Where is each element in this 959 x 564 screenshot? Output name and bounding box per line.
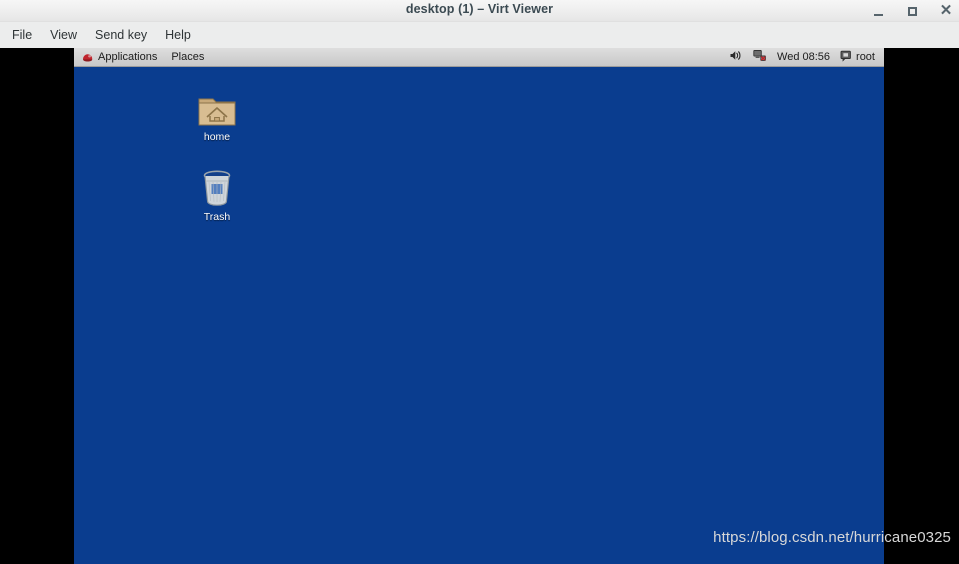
window-titlebar: desktop (1) – Virt Viewer ✕ [0,0,959,22]
menu-item-send-key[interactable]: Send key [86,25,156,45]
menu-item-view[interactable]: View [41,25,86,45]
chat-bubble-icon [840,50,852,65]
applications-menu[interactable]: Applications [74,48,164,67]
network-tray-button[interactable] [748,48,772,67]
guest-desktop[interactable]: Applications Places Wed 08:56 root home … [74,48,884,564]
desktop-icon-home[interactable]: home [179,84,255,143]
panel-left-section: Applications Places [74,48,211,67]
menu-item-file[interactable]: File [3,25,41,45]
window-title: desktop (1) – Virt Viewer [405,2,554,16]
minimize-button[interactable] [871,4,885,18]
watermark-text: https://blog.csdn.net/hurricane0325 [713,529,951,546]
minimize-icon [873,13,883,16]
virt-viewer-window: desktop (1) – Virt Viewer ✕ File View Se… [0,0,959,564]
guest-viewport[interactable]: Applications Places Wed 08:56 root home … [0,48,959,564]
gnome-top-panel: Applications Places Wed 08:56 root [74,48,884,67]
maximize-button[interactable] [905,4,919,18]
clock-label: Wed 08:56 [777,51,831,63]
desktop-icon-trash[interactable]: Trash [179,164,255,223]
user-label: root [856,51,875,63]
home-folder-icon [179,84,255,128]
clock-button[interactable]: Wed 08:56 [772,48,835,67]
volume-tray-button[interactable] [724,48,748,67]
menu-item-help[interactable]: Help [156,25,200,45]
applications-menu-label: Applications [98,51,158,63]
menubar: File View Send key Help [0,22,959,48]
close-button[interactable]: ✕ [939,2,953,19]
panel-tray: Wed 08:56 root [724,48,884,67]
desktop-icon-home-label: home [203,131,231,143]
window-controls: ✕ [871,0,953,22]
maximize-icon [907,6,917,16]
trash-icon [179,164,255,208]
places-menu-label: Places [171,51,205,63]
user-menu-button[interactable]: root [835,48,880,67]
desktop-icon-trash-label: Trash [203,211,231,223]
network-disconnected-icon [753,49,767,65]
redhat-logo-icon [81,51,94,64]
speaker-icon [729,49,743,65]
places-menu[interactable]: Places [164,48,211,67]
close-icon: ✕ [939,2,953,19]
